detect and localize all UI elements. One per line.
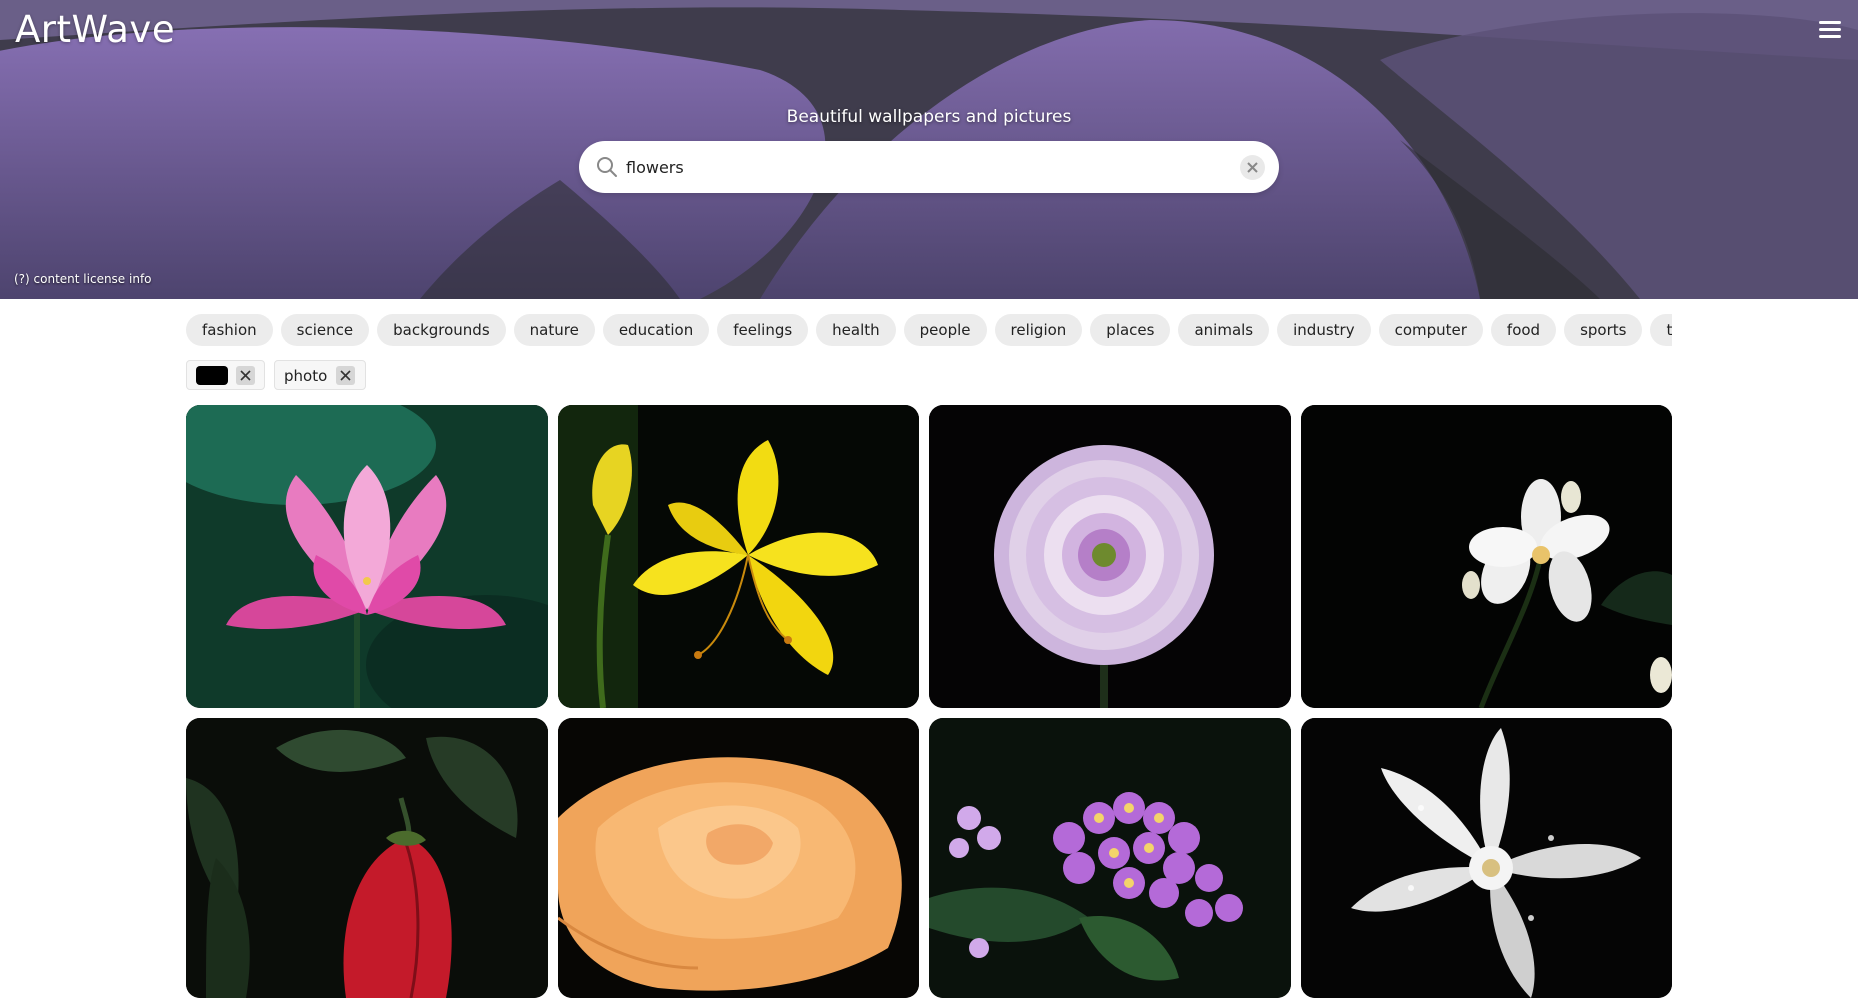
category-chip[interactable]: food bbox=[1490, 314, 1557, 346]
filter-label: photo bbox=[284, 367, 328, 385]
site-logo[interactable]: ArtWave bbox=[15, 8, 175, 51]
category-chip[interactable]: people bbox=[903, 314, 987, 346]
category-chip[interactable]: backgrounds bbox=[377, 314, 506, 346]
result-image-lily[interactable] bbox=[558, 405, 919, 708]
category-chip[interactable]: transportation bbox=[1650, 314, 1672, 346]
category-chip[interactable]: health bbox=[816, 314, 896, 346]
hero-banner: ArtWave Beautiful wallpapers and picture… bbox=[0, 0, 1858, 299]
category-chip[interactable]: animals bbox=[1178, 314, 1270, 346]
category-chip[interactable]: industry bbox=[1277, 314, 1371, 346]
category-chip[interactable]: sports bbox=[1564, 314, 1643, 346]
search-input[interactable] bbox=[626, 151, 1206, 183]
category-chip[interactable]: feelings bbox=[717, 314, 809, 346]
result-image-daffodil[interactable] bbox=[1301, 718, 1672, 998]
close-icon[interactable] bbox=[336, 366, 355, 385]
category-chip[interactable]: science bbox=[280, 314, 370, 346]
category-chip[interactable]: places bbox=[1090, 314, 1171, 346]
search-bar bbox=[579, 141, 1279, 193]
category-chip[interactable]: computer bbox=[1378, 314, 1483, 346]
category-chip[interactable]: religion bbox=[994, 314, 1083, 346]
content-license-link[interactable]: (?) content license info bbox=[14, 272, 152, 286]
color-filter-tag bbox=[186, 360, 265, 390]
result-image-dahlia[interactable] bbox=[929, 405, 1291, 708]
result-image-lotus[interactable] bbox=[186, 405, 548, 708]
result-image-hibiscus[interactable] bbox=[186, 718, 548, 998]
tagline: Beautiful wallpapers and pictures bbox=[786, 107, 1072, 127]
color-swatch bbox=[196, 366, 228, 385]
clear-search-icon[interactable] bbox=[1240, 155, 1265, 180]
category-chip[interactable]: education bbox=[602, 314, 710, 346]
category-chip[interactable]: fashion bbox=[186, 314, 273, 346]
result-image-rose[interactable] bbox=[558, 718, 919, 998]
category-chips: fashion science backgrounds nature education… bbox=[186, 314, 1672, 346]
result-image-jasmine[interactable] bbox=[1301, 405, 1672, 708]
search-icon bbox=[597, 157, 617, 177]
category-chip[interactable]: nature bbox=[513, 314, 595, 346]
close-icon[interactable] bbox=[236, 366, 255, 385]
result-image-lantana[interactable] bbox=[929, 718, 1291, 998]
hamburger-menu-icon[interactable] bbox=[1819, 21, 1841, 41]
type-filter-tag: photo bbox=[274, 360, 366, 390]
